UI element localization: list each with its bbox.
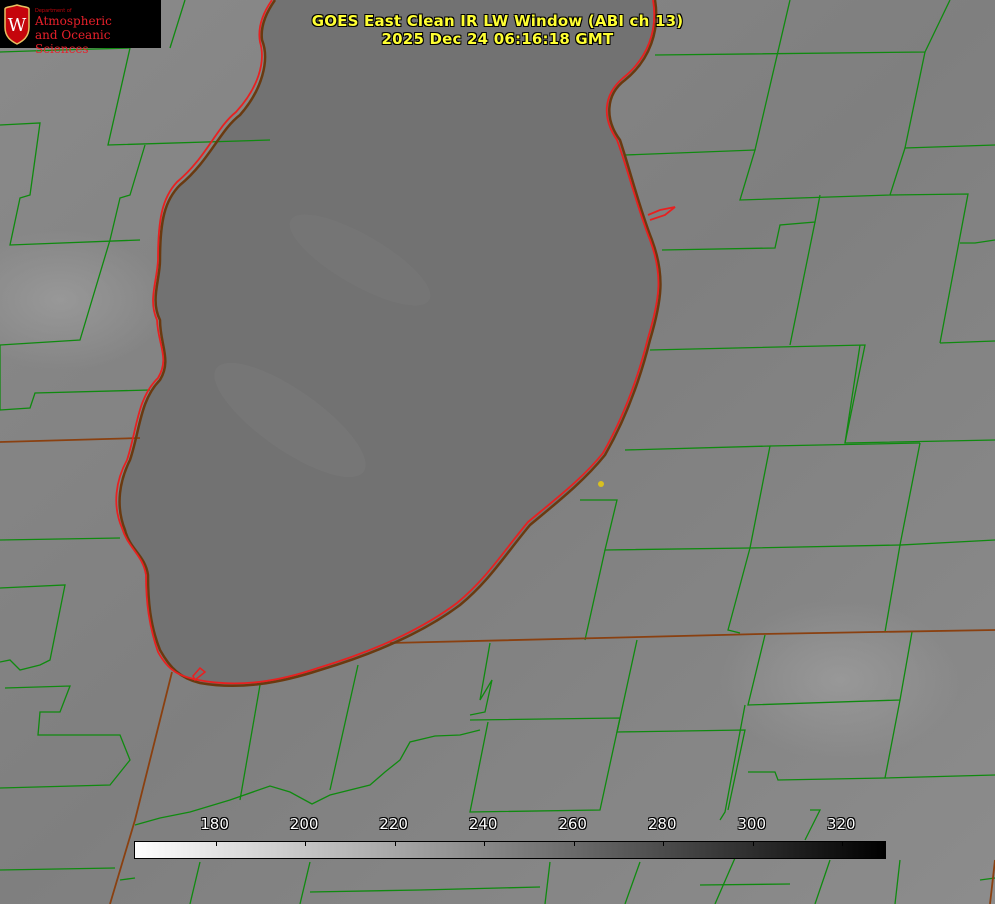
logo-name-line2: and Oceanic Sciences <box>35 28 111 56</box>
colorbar-tick-label: 200 <box>289 815 319 833</box>
colorbar-tick <box>573 842 575 846</box>
aos-logo[interactable]: W Department of Atmospheric and Oceanic … <box>0 0 161 56</box>
colorbar-tick-label: 240 <box>468 815 498 833</box>
logo-name-line1: Atmospheric <box>35 14 112 28</box>
colorbar-tick-label: 180 <box>200 815 229 833</box>
satellite-map-view: GOES East Clean IR LW Window (ABI ch 13)… <box>0 0 995 904</box>
colorbar-tick <box>484 842 486 846</box>
colorbar-tick-label: 320 <box>826 815 856 833</box>
colorbar-tick <box>215 842 217 846</box>
ir-satellite-image <box>0 0 995 904</box>
cloud-patch <box>720 600 960 760</box>
colorbar-tick <box>394 842 396 846</box>
station-marker <box>598 481 604 487</box>
colorbar-tick <box>663 842 665 846</box>
colorbar-tick <box>842 842 844 846</box>
colorbar-tick-label: 220 <box>379 815 408 833</box>
colorbar-tick-label: 300 <box>737 815 767 833</box>
colorbar-tick-label: 280 <box>647 815 677 833</box>
crest-letter: W <box>8 15 27 36</box>
uw-crest-icon: W <box>4 4 30 45</box>
temperature-colorbar <box>134 841 886 859</box>
colorbar-tick <box>305 842 307 846</box>
colorbar-tick <box>752 842 754 846</box>
colorbar-tick-label: 260 <box>558 815 587 833</box>
